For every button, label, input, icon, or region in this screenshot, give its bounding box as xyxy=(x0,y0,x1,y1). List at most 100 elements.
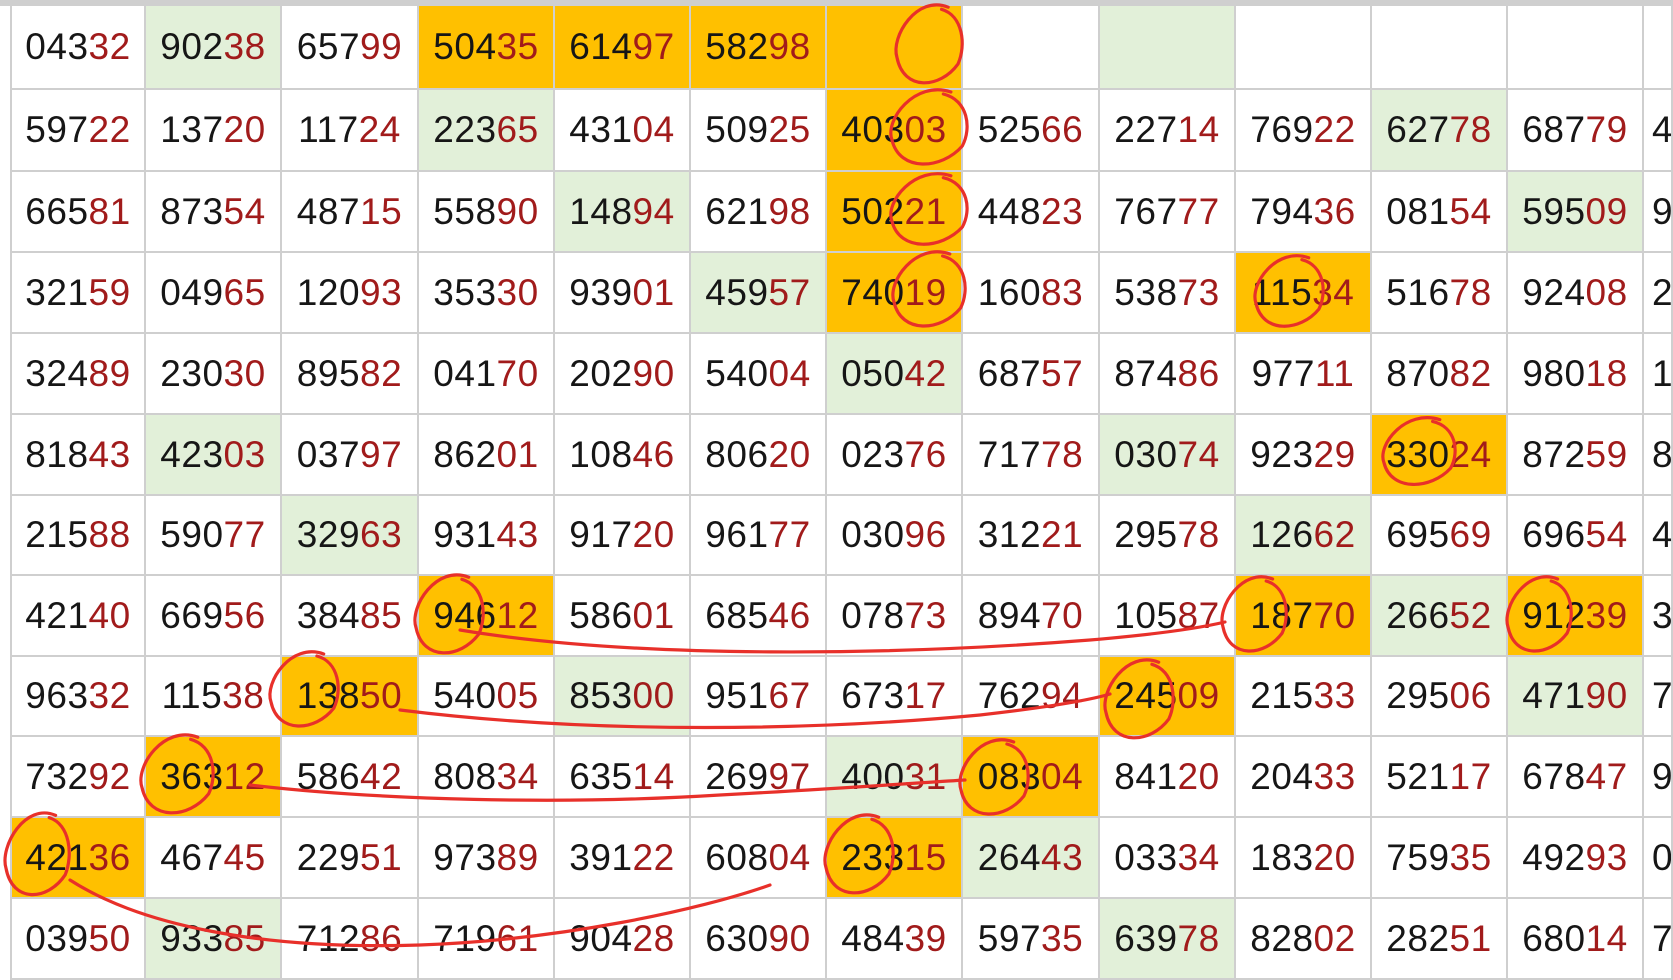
grid-cell[interactable]: 538 73 xyxy=(1100,253,1236,334)
grid-cell[interactable]: 037 97 xyxy=(282,415,419,496)
grid-cell[interactable]: 295 78 xyxy=(1100,496,1236,576)
grid-cell[interactable]: 078 73 xyxy=(827,576,963,657)
grid-cell[interactable]: 521 17 xyxy=(1372,737,1508,818)
grid-cell[interactable]: 137 20 xyxy=(146,90,282,172)
grid-cell[interactable]: 818 43 xyxy=(10,415,146,496)
grid-cell[interactable]: 946 12 xyxy=(419,576,555,657)
grid-cell[interactable]: 696 54 xyxy=(1508,496,1644,576)
grid-cell[interactable]: 083 04 xyxy=(963,737,1100,818)
grid-cell[interactable]: 229 51 xyxy=(282,818,419,899)
grid-cell[interactable]: 635 14 xyxy=(555,737,691,818)
grid-cell[interactable]: 665 81 xyxy=(10,172,146,253)
grid-cell[interactable]: 862 01 xyxy=(419,415,555,496)
grid-cell[interactable]: 977 11 xyxy=(1236,334,1372,415)
grid-cell[interactable]: 657 99 xyxy=(282,6,419,90)
grid-cell[interactable]: 912 39 xyxy=(1508,576,1644,657)
grid-cell[interactable]: 329 63 xyxy=(282,496,419,576)
grid-cell[interactable]: 924 08 xyxy=(1508,253,1644,334)
grid-cell[interactable]: 933 85 xyxy=(146,899,282,980)
grid-cell[interactable]: 7 xyxy=(1644,899,1673,980)
grid-cell[interactable]: 324 89 xyxy=(10,334,146,415)
grid-cell[interactable]: 230 30 xyxy=(146,334,282,415)
grid-cell[interactable] xyxy=(1644,6,1673,90)
grid-cell[interactable]: 806 20 xyxy=(691,415,827,496)
grid-cell[interactable]: 9 xyxy=(1644,737,1673,818)
grid-cell[interactable]: 695 69 xyxy=(1372,496,1508,576)
grid-cell[interactable]: 540 05 xyxy=(419,657,555,737)
grid-cell[interactable]: 719 61 xyxy=(419,899,555,980)
grid-cell[interactable]: 586 01 xyxy=(555,576,691,657)
grid-cell[interactable]: 353 30 xyxy=(419,253,555,334)
grid-cell[interactable]: 8 xyxy=(1644,415,1673,496)
grid-cell[interactable]: 330 24 xyxy=(1372,415,1508,496)
grid-cell[interactable]: 023 76 xyxy=(827,415,963,496)
grid-cell[interactable]: 769 22 xyxy=(1236,90,1372,172)
grid-cell[interactable]: 923 29 xyxy=(1236,415,1372,496)
grid-cell[interactable]: 282 51 xyxy=(1372,899,1508,980)
grid-cell[interactable]: 215 88 xyxy=(10,496,146,576)
grid-cell[interactable]: 492 93 xyxy=(1508,818,1644,899)
grid-cell[interactable]: 108 46 xyxy=(555,415,691,496)
grid-cell[interactable]: 767 77 xyxy=(1100,172,1236,253)
grid-cell[interactable]: 115 34 xyxy=(1236,253,1372,334)
grid-cell[interactable]: 902 38 xyxy=(146,6,282,90)
grid-cell[interactable]: 608 04 xyxy=(691,818,827,899)
grid-cell[interactable]: 183 20 xyxy=(1236,818,1372,899)
grid-cell[interactable]: 687 57 xyxy=(963,334,1100,415)
grid-cell[interactable]: 917 20 xyxy=(555,496,691,576)
grid-cell[interactable]: 384 85 xyxy=(282,576,419,657)
grid-cell[interactable]: 295 06 xyxy=(1372,657,1508,737)
grid-cell[interactable]: 431 04 xyxy=(555,90,691,172)
grid-cell[interactable]: 030 74 xyxy=(1100,415,1236,496)
grid-cell[interactable]: 502 21 xyxy=(827,172,963,253)
grid-cell[interactable]: 423 03 xyxy=(146,415,282,496)
grid-cell[interactable]: 321 59 xyxy=(10,253,146,334)
grid-cell[interactable]: 223 65 xyxy=(419,90,555,172)
grid-cell[interactable]: 7 xyxy=(1644,657,1673,737)
grid-cell[interactable] xyxy=(1508,6,1644,90)
grid-cell[interactable]: 509 25 xyxy=(691,90,827,172)
grid-cell[interactable]: 487 15 xyxy=(282,172,419,253)
grid-cell[interactable]: 4 xyxy=(1644,496,1673,576)
grid-cell[interactable]: 030 96 xyxy=(827,496,963,576)
grid-cell[interactable]: 4 xyxy=(1644,90,1673,172)
grid-cell[interactable]: 973 89 xyxy=(419,818,555,899)
grid-cell[interactable]: 421 40 xyxy=(10,576,146,657)
grid-cell[interactable]: 049 65 xyxy=(146,253,282,334)
grid-cell[interactable]: 678 47 xyxy=(1508,737,1644,818)
grid-cell[interactable]: 215 33 xyxy=(1236,657,1372,737)
grid-cell[interactable]: 403 03 xyxy=(827,90,963,172)
grid-cell[interactable]: 041 70 xyxy=(419,334,555,415)
grid-cell[interactable]: 421 36 xyxy=(10,818,146,899)
grid-cell[interactable]: 597 22 xyxy=(10,90,146,172)
grid-cell[interactable]: 627 78 xyxy=(1372,90,1508,172)
grid-cell[interactable]: 467 45 xyxy=(146,818,282,899)
grid-cell[interactable]: 269 97 xyxy=(691,737,827,818)
grid-cell[interactable] xyxy=(827,6,963,90)
grid-cell[interactable]: 448 23 xyxy=(963,172,1100,253)
grid-cell[interactable]: 841 20 xyxy=(1100,737,1236,818)
grid-cell[interactable]: 762 94 xyxy=(963,657,1100,737)
grid-cell[interactable]: 904 28 xyxy=(555,899,691,980)
grid-cell[interactable]: 794 36 xyxy=(1236,172,1372,253)
grid-cell[interactable]: 3 xyxy=(1644,576,1673,657)
grid-cell[interactable]: 685 46 xyxy=(691,576,827,657)
grid-cell[interactable] xyxy=(963,6,1100,90)
grid-cell[interactable] xyxy=(1372,6,1508,90)
grid-cell[interactable]: 872 59 xyxy=(1508,415,1644,496)
grid-cell[interactable]: 115 38 xyxy=(146,657,282,737)
grid-cell[interactable]: 673 17 xyxy=(827,657,963,737)
grid-cell[interactable]: 204 33 xyxy=(1236,737,1372,818)
grid-cell[interactable]: 312 21 xyxy=(963,496,1100,576)
grid-cell[interactable]: 540 04 xyxy=(691,334,827,415)
grid-cell[interactable]: 894 70 xyxy=(963,576,1100,657)
grid-cell[interactable]: 120 93 xyxy=(282,253,419,334)
grid-cell[interactable]: 595 09 xyxy=(1508,172,1644,253)
grid-cell[interactable]: 233 15 xyxy=(827,818,963,899)
grid-cell[interactable]: 504 35 xyxy=(419,6,555,90)
grid-cell[interactable]: 264 43 xyxy=(963,818,1100,899)
grid-cell[interactable] xyxy=(1100,6,1236,90)
grid-cell[interactable]: 980 18 xyxy=(1508,334,1644,415)
grid-cell[interactable]: 895 82 xyxy=(282,334,419,415)
grid-cell[interactable]: 0 xyxy=(1644,818,1673,899)
